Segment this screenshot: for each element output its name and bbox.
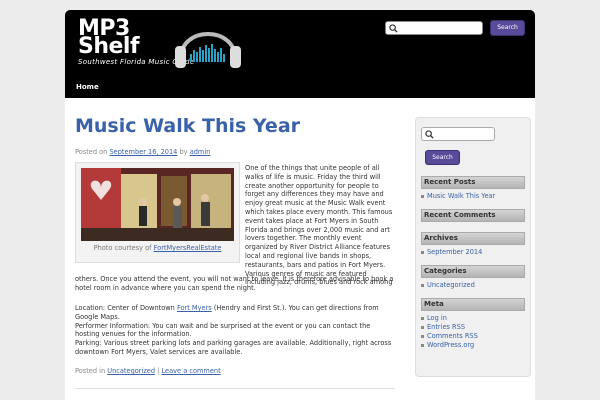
sidebar-search-button[interactable]: Search — [425, 150, 460, 165]
site-header: MP3 Shelf Southwest Florida Music Guide — [65, 10, 535, 98]
post-photo — [81, 168, 234, 241]
main-nav: Home — [65, 80, 535, 98]
bullet-icon — [421, 325, 424, 329]
meta-link-login[interactable]: Log in — [421, 314, 447, 322]
recent-post-link[interactable]: Music Walk This Year — [421, 192, 495, 200]
meta-link-comments-rss[interactable]: Comments RSS — [421, 332, 478, 340]
location-prefix: Location: Center of Downtown — [75, 304, 175, 312]
post-info: Location: Center of Downtown Fort Myers … — [75, 304, 395, 357]
page-wrapper: MP3 Shelf Southwest Florida Music Guide — [65, 10, 535, 400]
post-divider — [75, 388, 395, 389]
photo-caption-link[interactable]: FortMyersRealEstate — [154, 244, 222, 252]
nav-item-home[interactable]: Home — [76, 83, 99, 91]
post-title[interactable]: Music Walk This Year — [75, 115, 300, 137]
bullet-icon — [421, 283, 424, 287]
music-walk-photo — [81, 168, 234, 241]
location-link[interactable]: Fort Myers — [177, 304, 212, 312]
photo-caption-prefix: Photo courtesy of — [93, 244, 152, 252]
leave-comment-link[interactable]: Leave a comment — [162, 367, 221, 375]
post-meta-by: by — [179, 148, 188, 156]
sidebar: Search Recent Posts Music Walk This Year… — [415, 117, 531, 377]
site-title-line2: Shelf — [78, 34, 140, 59]
performer-info: Performer Information: You can wait and … — [75, 321, 371, 339]
category-link[interactable]: Uncategorized — [107, 367, 155, 375]
bullet-icon — [421, 316, 424, 320]
post-date-link[interactable]: September 16, 2014 — [109, 148, 177, 156]
widget-title-meta: Meta — [421, 298, 525, 311]
archive-link[interactable]: September 2014 — [421, 248, 482, 256]
post-author-link[interactable]: admin — [190, 148, 211, 156]
bullet-icon — [421, 194, 424, 198]
bullet-icon — [421, 343, 424, 347]
sidebar-search-input[interactable] — [421, 127, 495, 141]
post-meta: Posted on September 16, 2014 by admin — [75, 148, 210, 156]
widget-title-categories: Categories — [421, 265, 525, 278]
category-sidebar-link[interactable]: Uncategorized — [421, 281, 475, 289]
location-line: Location: Center of Downtown Fort Myers … — [75, 304, 395, 322]
bullet-icon — [421, 250, 424, 254]
headphones-icon — [175, 32, 241, 68]
meta-link-entries-rss[interactable]: Entries RSS — [421, 323, 465, 331]
parking-info: Parking: Various street parking lots and… — [75, 339, 392, 356]
widget-title-archives: Archives — [421, 232, 525, 245]
photo-caption: Photo courtesy of FortMyersRealEstate — [76, 244, 239, 252]
widget-title-recent-comments: Recent Comments — [421, 209, 525, 222]
header-search-button[interactable]: Search — [490, 20, 525, 36]
post-body-paragraph-1-continued: others. Once you attend the event, you w… — [75, 275, 394, 292]
post-footer: Posted in Uncategorized | Leave a commen… — [75, 367, 221, 375]
bullet-icon — [421, 334, 424, 338]
meta-link-wordpress[interactable]: WordPress.org — [421, 341, 474, 349]
widget-title-recent-posts: Recent Posts — [421, 176, 525, 189]
search-icon — [389, 24, 398, 33]
footer-separator: | — [157, 367, 160, 375]
post-body-paragraph-1: One of the things that unite people of a… — [245, 164, 393, 287]
header-search-input[interactable] — [385, 21, 483, 35]
posted-in-label: Posted in — [75, 367, 106, 375]
search-icon — [425, 130, 434, 139]
post-meta-prefix: Posted on — [75, 148, 108, 156]
post-figure: Photo courtesy of FortMyersRealEstate — [75, 162, 240, 263]
site-logo[interactable]: MP3 Shelf — [78, 18, 140, 59]
